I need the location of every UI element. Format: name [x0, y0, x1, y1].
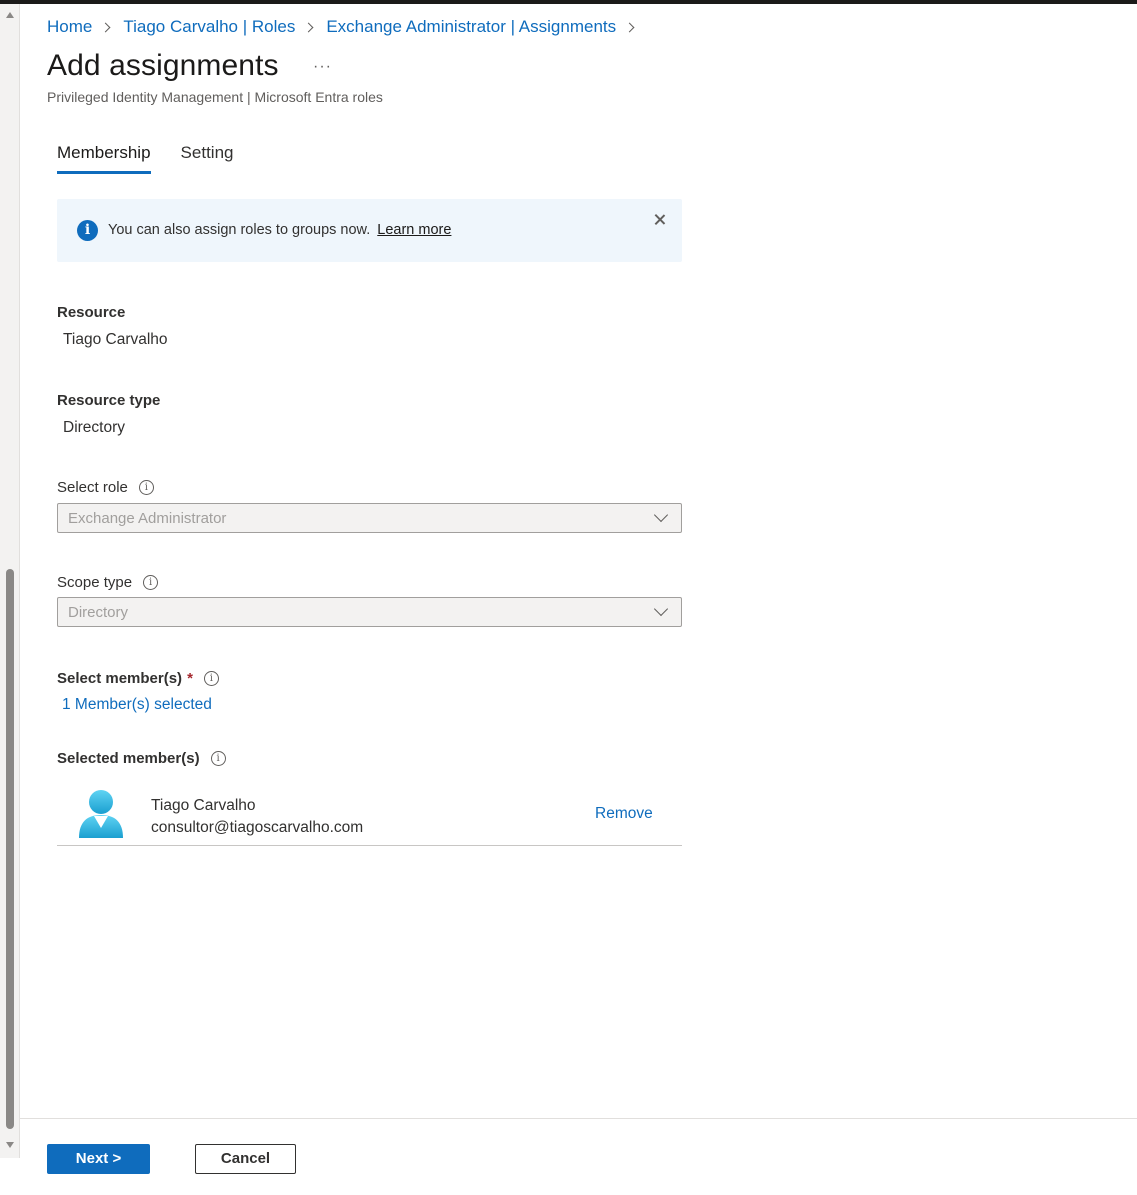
resource-type-label: Resource type	[57, 392, 160, 409]
scope-type-label-text: Scope type	[57, 574, 133, 591]
tooltip-icon[interactable]: i	[138, 480, 154, 495]
member-name: Tiago Carvalho	[151, 797, 256, 814]
chevron-right-icon	[303, 22, 314, 32]
chevron-down-icon	[653, 507, 669, 523]
select-role-dropdown[interactable]: Exchange Administrator	[57, 503, 682, 533]
tab-list: Membership Setting	[57, 143, 263, 174]
tooltip-icon[interactable]: i	[203, 671, 219, 686]
learn-more-link[interactable]: Learn more	[377, 222, 451, 238]
vertical-scrollbar[interactable]	[0, 4, 20, 1158]
scroll-up-arrow-icon[interactable]	[6, 12, 14, 18]
chevron-down-icon	[653, 601, 669, 617]
select-role-value: Exchange Administrator	[68, 510, 227, 527]
user-avatar-icon	[79, 790, 123, 838]
chevron-right-icon	[100, 22, 111, 32]
tooltip-icon[interactable]: i	[143, 575, 159, 590]
breadcrumb-assignments[interactable]: Exchange Administrator | Assignments	[326, 17, 616, 37]
page-title: Add assignments	[47, 49, 279, 82]
select-members-label-text: Select member(s)	[57, 670, 183, 687]
tab-setting[interactable]: Setting	[181, 143, 234, 174]
page-subtitle: Privileged Identity Management | Microso…	[47, 89, 383, 105]
scope-type-label: Scope type i	[57, 574, 159, 591]
chevron-right-icon	[624, 22, 635, 32]
info-icon: i	[77, 220, 98, 241]
select-role-label: Select role i	[57, 479, 154, 496]
member-email: consultor@tiagoscarvalho.com	[151, 819, 364, 836]
scroll-down-arrow-icon[interactable]	[6, 1142, 14, 1148]
top-edge	[0, 0, 1137, 4]
breadcrumb: Home Tiago Carvalho | Roles Exchange Adm…	[47, 17, 647, 37]
scope-type-value: Directory	[68, 604, 129, 621]
info-banner: i You can also assign roles to groups no…	[57, 199, 682, 262]
breadcrumb-home[interactable]: Home	[47, 17, 92, 37]
selected-members-label: Selected member(s) i	[57, 750, 226, 767]
list-item: Tiago Carvalho consultor@tiagoscarvalho.…	[57, 780, 682, 846]
info-banner-message: You can also assign roles to groups now.	[108, 222, 371, 238]
next-button[interactable]: Next >	[47, 1144, 150, 1174]
required-marker: *	[187, 670, 193, 687]
select-role-label-text: Select role	[57, 479, 128, 496]
footer-divider	[20, 1118, 1137, 1119]
selected-members-label-text: Selected member(s)	[57, 750, 200, 767]
cancel-button[interactable]: Cancel	[195, 1144, 296, 1174]
resource-type-label-text: Resource type	[57, 392, 161, 409]
resource-value: Tiago Carvalho	[63, 331, 168, 348]
resource-label-text: Resource	[57, 304, 126, 321]
tab-membership[interactable]: Membership	[57, 143, 151, 174]
more-icon[interactable]: ···	[313, 58, 332, 76]
members-selected-link[interactable]: 1 Member(s) selected	[62, 696, 212, 714]
resource-label: Resource	[57, 304, 125, 321]
close-icon[interactable]	[652, 212, 668, 228]
select-members-label: Select member(s) * i	[57, 670, 219, 687]
tooltip-icon[interactable]: i	[210, 751, 226, 766]
scrollbar-thumb[interactable]	[6, 569, 14, 1129]
breadcrumb-roles[interactable]: Tiago Carvalho | Roles	[123, 17, 295, 37]
info-banner-text: You can also assign roles to groups now.…	[108, 222, 451, 238]
resource-type-value: Directory	[63, 419, 126, 436]
scope-type-dropdown[interactable]: Directory	[57, 597, 682, 627]
remove-member-link[interactable]: Remove	[595, 805, 653, 823]
